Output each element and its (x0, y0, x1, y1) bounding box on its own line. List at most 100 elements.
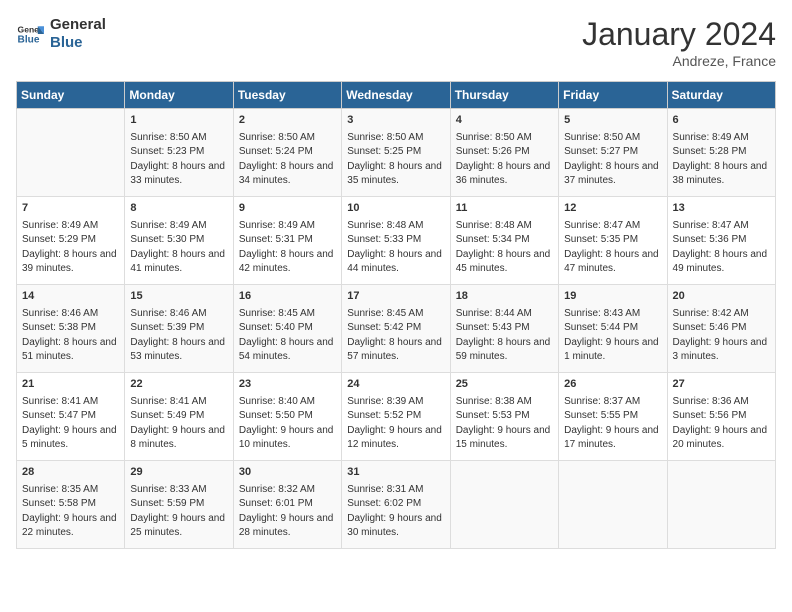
location-subtitle: Andreze, France (582, 53, 776, 69)
weekday-header-tuesday: Tuesday (233, 82, 341, 109)
sunrise-text: Sunrise: 8:31 AM (347, 483, 444, 498)
sunset-text: Sunset: 6:01 PM (239, 497, 336, 512)
daylight-text: Daylight: 8 hours and 53 minutes. (130, 336, 227, 365)
sunrise-text: Sunrise: 8:42 AM (673, 307, 770, 322)
day-number: 13 (673, 201, 770, 217)
calendar-cell: 31Sunrise: 8:31 AMSunset: 6:02 PMDayligh… (342, 461, 450, 549)
daylight-text: Daylight: 8 hours and 42 minutes. (239, 248, 336, 277)
day-number: 20 (673, 289, 770, 305)
daylight-text: Daylight: 9 hours and 12 minutes. (347, 424, 444, 453)
sunrise-text: Sunrise: 8:37 AM (564, 395, 661, 410)
day-number: 19 (564, 289, 661, 305)
calendar-cell: 14Sunrise: 8:46 AMSunset: 5:38 PMDayligh… (17, 285, 125, 373)
sunset-text: Sunset: 5:29 PM (22, 233, 119, 248)
sunset-text: Sunset: 5:52 PM (347, 409, 444, 424)
calendar-cell: 6Sunrise: 8:49 AMSunset: 5:28 PMDaylight… (667, 109, 775, 197)
calendar-cell: 28Sunrise: 8:35 AMSunset: 5:58 PMDayligh… (17, 461, 125, 549)
month-title: January 2024 (582, 16, 776, 53)
calendar-table: SundayMondayTuesdayWednesdayThursdayFrid… (16, 81, 776, 549)
calendar-cell: 30Sunrise: 8:32 AMSunset: 6:01 PMDayligh… (233, 461, 341, 549)
sunset-text: Sunset: 5:28 PM (673, 145, 770, 160)
daylight-text: Daylight: 8 hours and 54 minutes. (239, 336, 336, 365)
sunset-text: Sunset: 5:35 PM (564, 233, 661, 248)
daylight-text: Daylight: 8 hours and 51 minutes. (22, 336, 119, 365)
calendar-cell: 12Sunrise: 8:47 AMSunset: 5:35 PMDayligh… (559, 197, 667, 285)
daylight-text: Daylight: 8 hours and 49 minutes. (673, 248, 770, 277)
daylight-text: Daylight: 8 hours and 34 minutes. (239, 160, 336, 189)
weekday-header-wednesday: Wednesday (342, 82, 450, 109)
day-number: 10 (347, 201, 444, 217)
sunset-text: Sunset: 5:31 PM (239, 233, 336, 248)
calendar-cell: 18Sunrise: 8:44 AMSunset: 5:43 PMDayligh… (450, 285, 558, 373)
sunrise-text: Sunrise: 8:50 AM (347, 131, 444, 146)
sunset-text: Sunset: 5:43 PM (456, 321, 553, 336)
sunset-text: Sunset: 5:30 PM (130, 233, 227, 248)
calendar-cell: 15Sunrise: 8:46 AMSunset: 5:39 PMDayligh… (125, 285, 233, 373)
sunrise-text: Sunrise: 8:49 AM (673, 131, 770, 146)
day-number: 16 (239, 289, 336, 305)
day-number: 29 (130, 465, 227, 481)
day-number: 22 (130, 377, 227, 393)
sunrise-text: Sunrise: 8:44 AM (456, 307, 553, 322)
weekday-header-saturday: Saturday (667, 82, 775, 109)
daylight-text: Daylight: 9 hours and 3 minutes. (673, 336, 770, 365)
sunrise-text: Sunrise: 8:33 AM (130, 483, 227, 498)
sunrise-text: Sunrise: 8:50 AM (456, 131, 553, 146)
sunset-text: Sunset: 5:44 PM (564, 321, 661, 336)
sunrise-text: Sunrise: 8:35 AM (22, 483, 119, 498)
sunrise-text: Sunrise: 8:49 AM (130, 219, 227, 234)
calendar-cell: 26Sunrise: 8:37 AMSunset: 5:55 PMDayligh… (559, 373, 667, 461)
day-number: 24 (347, 377, 444, 393)
daylight-text: Daylight: 9 hours and 5 minutes. (22, 424, 119, 453)
daylight-text: Daylight: 9 hours and 30 minutes. (347, 512, 444, 541)
calendar-cell: 7Sunrise: 8:49 AMSunset: 5:29 PMDaylight… (17, 197, 125, 285)
daylight-text: Daylight: 8 hours and 59 minutes. (456, 336, 553, 365)
day-number: 23 (239, 377, 336, 393)
sunrise-text: Sunrise: 8:49 AM (239, 219, 336, 234)
daylight-text: Daylight: 8 hours and 41 minutes. (130, 248, 227, 277)
sunset-text: Sunset: 5:27 PM (564, 145, 661, 160)
day-number: 12 (564, 201, 661, 217)
calendar-cell (450, 461, 558, 549)
daylight-text: Daylight: 8 hours and 33 minutes. (130, 160, 227, 189)
day-number: 15 (130, 289, 227, 305)
day-number: 11 (456, 201, 553, 217)
calendar-cell: 11Sunrise: 8:48 AMSunset: 5:34 PMDayligh… (450, 197, 558, 285)
calendar-cell: 20 Sunrise: 8:42 AMSunset: 5:46 PMDayligh… (667, 285, 775, 373)
day-number: 9 (239, 201, 336, 217)
day-number: 8 (130, 201, 227, 217)
sunset-text: Sunset: 5:49 PM (130, 409, 227, 424)
sunset-text: Sunset: 5:36 PM (673, 233, 770, 248)
daylight-text: Daylight: 9 hours and 22 minutes. (22, 512, 119, 541)
sunset-text: Sunset: 5:46 PM (673, 321, 770, 336)
sunset-text: Sunset: 5:40 PM (239, 321, 336, 336)
sunrise-text: Sunrise: 8:46 AM (22, 307, 119, 322)
sunrise-text: Sunrise: 8:45 AM (347, 307, 444, 322)
day-number: 4 (456, 113, 553, 129)
day-number: 2 (239, 113, 336, 129)
calendar-cell: 10Sunrise: 8:48 AMSunset: 5:33 PMDayligh… (342, 197, 450, 285)
daylight-text: Daylight: 8 hours and 36 minutes. (456, 160, 553, 189)
day-number: 5 (564, 113, 661, 129)
daylight-text: Daylight: 8 hours and 47 minutes. (564, 248, 661, 277)
sunrise-text: Sunrise: 8:46 AM (130, 307, 227, 322)
sunrise-text: Sunrise: 8:38 AM (456, 395, 553, 410)
sunrise-text: Sunrise: 8:40 AM (239, 395, 336, 410)
sunset-text: Sunset: 5:53 PM (456, 409, 553, 424)
calendar-cell: 3Sunrise: 8:50 AMSunset: 5:25 PMDaylight… (342, 109, 450, 197)
calendar-week-row: 14Sunrise: 8:46 AMSunset: 5:38 PMDayligh… (17, 285, 776, 373)
weekday-header-friday: Friday (559, 82, 667, 109)
weekday-header-row: SundayMondayTuesdayWednesdayThursdayFrid… (17, 82, 776, 109)
daylight-text: Daylight: 9 hours and 15 minutes. (456, 424, 553, 453)
sunrise-text: Sunrise: 8:41 AM (130, 395, 227, 410)
logo: General Blue General Blue (16, 16, 106, 52)
weekday-header-sunday: Sunday (17, 82, 125, 109)
sunrise-text: Sunrise: 8:45 AM (239, 307, 336, 322)
daylight-text: Daylight: 9 hours and 8 minutes. (130, 424, 227, 453)
daylight-text: Daylight: 8 hours and 45 minutes. (456, 248, 553, 277)
calendar-cell: 25Sunrise: 8:38 AMSunset: 5:53 PMDayligh… (450, 373, 558, 461)
sunrise-text: Sunrise: 8:50 AM (564, 131, 661, 146)
calendar-cell (559, 461, 667, 549)
calendar-cell: 17Sunrise: 8:45 AMSunset: 5:42 PMDayligh… (342, 285, 450, 373)
sunrise-text: Sunrise: 8:48 AM (347, 219, 444, 234)
